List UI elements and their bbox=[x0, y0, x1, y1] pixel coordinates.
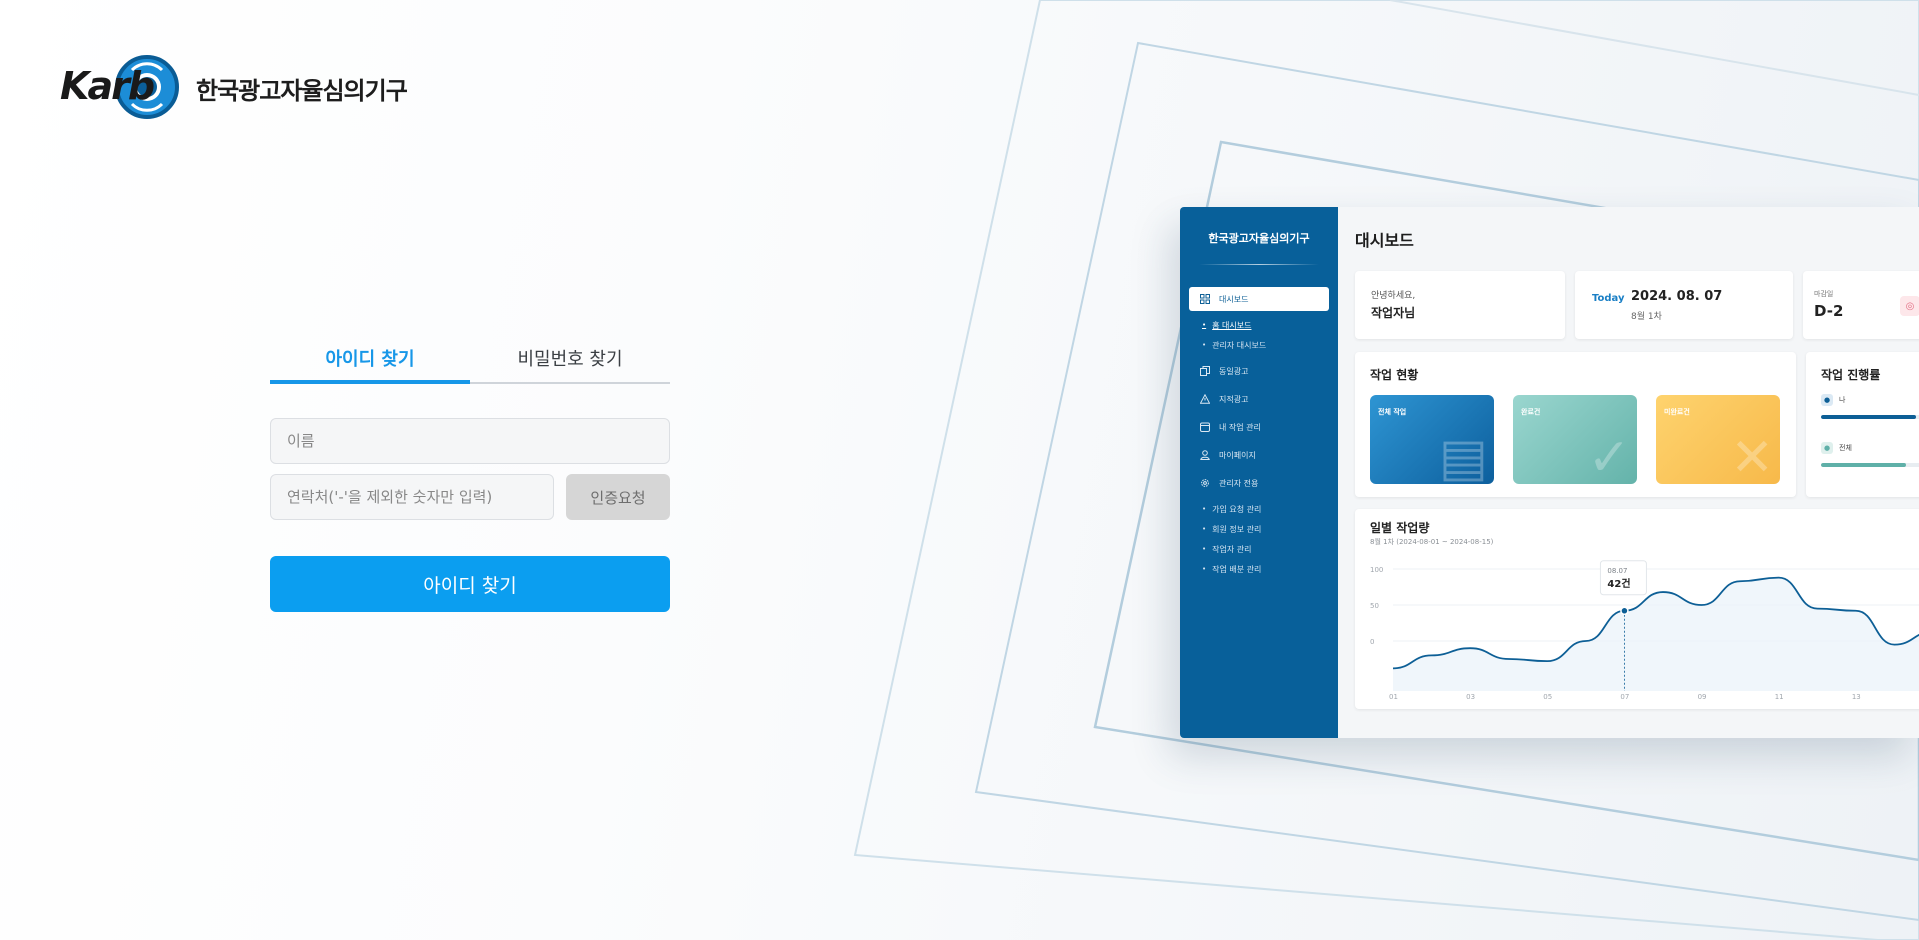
preview-menu: 대시보드 홈 대시보드 관리자 대시보드 동일광고 지적광고 bbox=[1180, 287, 1338, 579]
request-verification-button[interactable]: 인증요청 bbox=[566, 474, 670, 520]
preview-menu-label: 지적광고 bbox=[1219, 394, 1249, 404]
chart-x-tick: 03 bbox=[1466, 693, 1475, 701]
tile-all-tasks: 전체 작업 ▤ bbox=[1370, 395, 1494, 484]
find-account-panel: 아이디 찾기 비밀번호 찾기 인증요청 아이디 찾기 bbox=[270, 334, 670, 612]
preview-sidebar: 한국광고자율심의기구 대시보드 홈 대시보드 관리자 대시보드 동일광고 bbox=[1180, 207, 1338, 738]
document-icon: ▤ bbox=[1438, 428, 1488, 484]
tile-label: 완료건 bbox=[1521, 408, 1541, 416]
today-label: Today bbox=[1592, 293, 1625, 304]
deadline-value: D-2 bbox=[1814, 302, 1844, 320]
preview-menu-admin: 관리자 전용 bbox=[1189, 471, 1329, 495]
chart-tooltip-date: 08.07 bbox=[1607, 567, 1627, 575]
org-name: 한국광고자율심의기구 bbox=[196, 76, 408, 105]
deadline-card: 마감일 D-2 ◎ bbox=[1803, 271, 1919, 339]
dashboard-preview: 한국광고자율심의기구 대시보드 홈 대시보드 관리자 대시보드 동일광고 bbox=[1180, 207, 1919, 738]
preview-menu-label: 내 작업 관리 bbox=[1219, 422, 1261, 432]
preview-main: 대시보드 안녕하세요, 작업자님 Today 2024. 08. 07 8월 1… bbox=[1338, 207, 1919, 738]
preview-menu-label: 마이페이지 bbox=[1219, 450, 1256, 460]
brand-logo[interactable]: Karb 한국광고자율심의기구 bbox=[58, 52, 408, 124]
check-document-icon: ✓ bbox=[1587, 428, 1631, 484]
chart-x-tick: 09 bbox=[1698, 693, 1707, 701]
preview-menu-dashboard: 대시보드 bbox=[1189, 287, 1329, 311]
progress-bar-all bbox=[1821, 463, 1907, 467]
greeting-line2: 작업자님 bbox=[1371, 306, 1416, 320]
tab-find-password[interactable]: 비밀번호 찾기 bbox=[470, 334, 670, 382]
tile-incomplete: 미완료건 ✕ bbox=[1656, 395, 1780, 484]
chart-y-tick: 50 bbox=[1370, 602, 1379, 610]
chart-y-tick: 0 bbox=[1370, 638, 1374, 646]
today-round: 8월 1차 bbox=[1631, 312, 1662, 322]
group-avatar-icon: ● bbox=[1821, 442, 1833, 454]
name-input[interactable] bbox=[270, 418, 670, 464]
logo-letters: Karb bbox=[60, 64, 154, 108]
preview-submenu-admin-dashboard: 관리자 대시보드 bbox=[1180, 335, 1338, 355]
preview-menu-mypage: 마이페이지 bbox=[1189, 443, 1329, 467]
progress-row-all: ● 전체 bbox=[1821, 442, 1919, 467]
daily-workload-chart: 100500010305070911131508.0742건 bbox=[1370, 560, 1919, 701]
x-document-icon: ✕ bbox=[1730, 428, 1774, 484]
target-icon: ◎ bbox=[1900, 296, 1919, 316]
phone-input[interactable] bbox=[270, 474, 554, 520]
chart-x-tick: 13 bbox=[1852, 693, 1861, 701]
progress-title: 작업 진행률 bbox=[1821, 368, 1881, 382]
preview-menu-my-tasks: 내 작업 관리 bbox=[1189, 415, 1329, 439]
preview-sidebar-divider bbox=[1199, 264, 1319, 265]
preview-menu-label: 관리자 전용 bbox=[1219, 478, 1259, 488]
deadline-label: 마감일 bbox=[1814, 290, 1834, 298]
chart-tooltip-point bbox=[1620, 606, 1629, 616]
copy-icon bbox=[1199, 366, 1210, 377]
preview-page-title: 대시보드 bbox=[1355, 231, 1414, 250]
archive-icon bbox=[1199, 422, 1210, 433]
today-date: 2024. 08. 07 bbox=[1631, 289, 1723, 304]
chart-y-tick: 100 bbox=[1370, 566, 1383, 574]
user-avatar-icon: ● bbox=[1821, 394, 1833, 406]
progress-row-label: 나 bbox=[1839, 396, 1846, 404]
phone-row: 인증요청 bbox=[270, 474, 670, 520]
tab-find-id[interactable]: 아이디 찾기 bbox=[270, 334, 470, 384]
preview-sidebar-title: 한국광고자율심의기구 bbox=[1208, 232, 1310, 245]
work-status-title: 작업 현황 bbox=[1370, 368, 1419, 382]
progress-bar-me bbox=[1821, 415, 1917, 419]
chart-tooltip-value: 42건 bbox=[1607, 577, 1630, 590]
chart-x-tick: 05 bbox=[1543, 693, 1552, 701]
find-tabs: 아이디 찾기 비밀번호 찾기 bbox=[270, 334, 670, 384]
chart-x-tick: 01 bbox=[1389, 693, 1398, 701]
find-id-button[interactable]: 아이디 찾기 bbox=[270, 556, 670, 612]
preview-menu-flagged-ads: 지적광고 bbox=[1189, 387, 1329, 411]
today-card: Today 2024. 08. 07 8월 1차 bbox=[1575, 271, 1793, 339]
karb-logo-mark: Karb bbox=[58, 52, 188, 124]
progress-row-me: ● 나 bbox=[1821, 394, 1919, 419]
preview-submenu-task-distribution: 작업 배분 관리 bbox=[1180, 559, 1338, 579]
chart-x-tick: 07 bbox=[1620, 693, 1629, 701]
preview-submenu-signup-requests: 가입 요청 관리 bbox=[1180, 499, 1338, 519]
progress-row-label: 전체 bbox=[1839, 444, 1852, 452]
tile-label: 미완료건 bbox=[1664, 408, 1690, 416]
user-icon bbox=[1199, 450, 1210, 461]
greeting-card: 안녕하세요, 작업자님 bbox=[1355, 271, 1565, 339]
karb-emblem: Karb bbox=[60, 55, 179, 119]
daily-workload-chart-card: 일별 작업량 8월 1차 (2024-08-01 ~ 2024-08-15) 1… bbox=[1355, 509, 1919, 709]
preview-menu-label: 대시보드 bbox=[1219, 294, 1249, 304]
preview-submenu-home-dashboard: 홈 대시보드 bbox=[1180, 315, 1338, 335]
tile-label: 전체 작업 bbox=[1378, 408, 1407, 416]
chart-x-tick: 11 bbox=[1775, 693, 1784, 701]
gear-icon bbox=[1199, 478, 1210, 489]
grid-icon bbox=[1199, 294, 1210, 305]
preview-submenu-worker-management: 작업자 관리 bbox=[1180, 539, 1338, 559]
progress-card: 작업 진행률 ● 나 ● 전체 bbox=[1806, 352, 1919, 497]
preview-menu-label: 동일광고 bbox=[1219, 366, 1249, 376]
work-status-card: 작업 현황 전체 작업 ▤ 완료건 ✓ 미완료건 ✕ bbox=[1355, 352, 1796, 497]
preview-menu-same-ads: 동일광고 bbox=[1189, 359, 1329, 383]
chart-area bbox=[1393, 577, 1919, 691]
tile-completed: 완료건 ✓ bbox=[1513, 395, 1637, 484]
greeting-line1: 안녕하세요, bbox=[1371, 291, 1416, 301]
warning-icon bbox=[1199, 394, 1210, 405]
preview-submenu-member-info: 회원 정보 관리 bbox=[1180, 519, 1338, 539]
